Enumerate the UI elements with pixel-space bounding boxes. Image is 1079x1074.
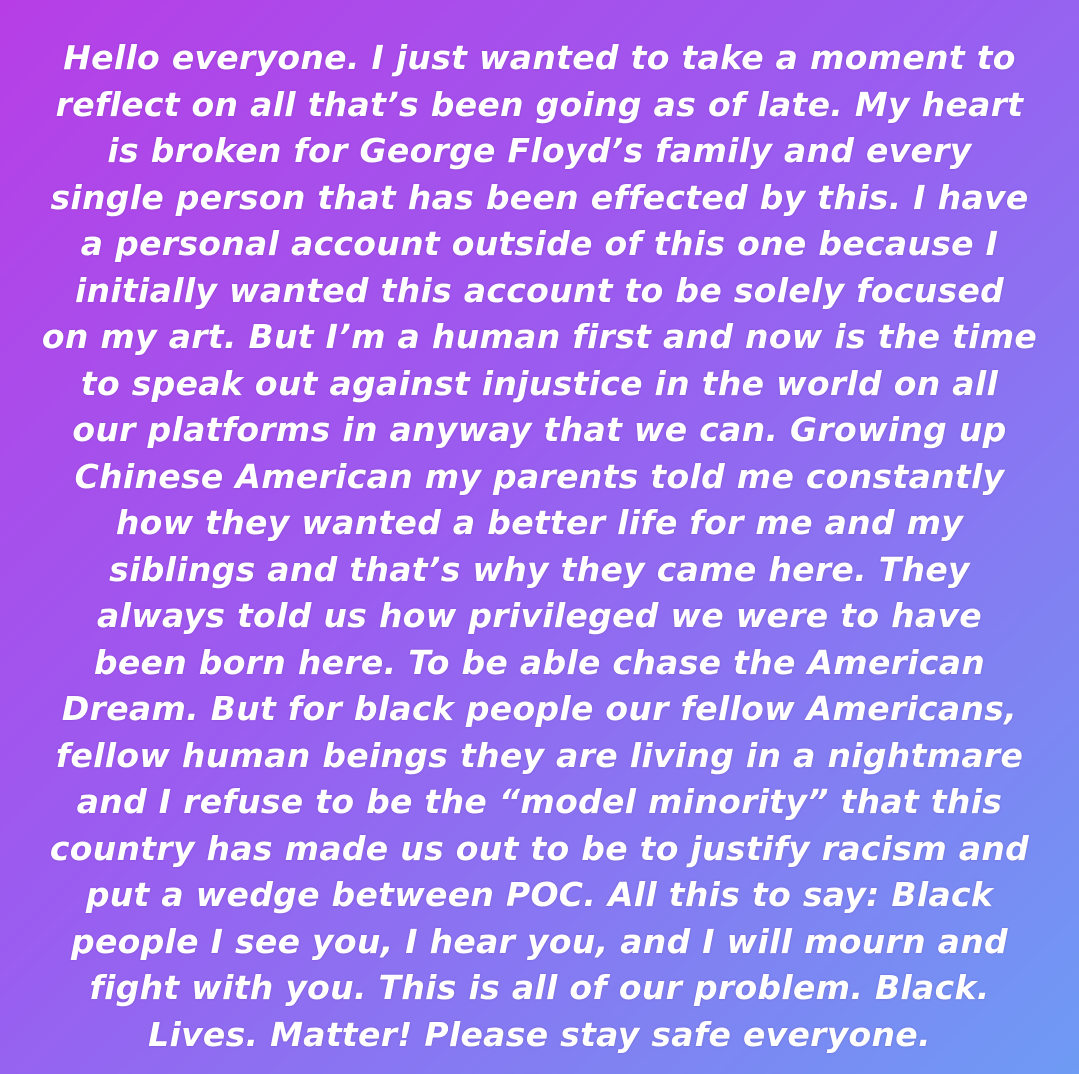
story-line: a personal account outside of this one b…	[80, 224, 999, 263]
story-line: always told us how privileged we were to…	[97, 596, 982, 635]
story-line: initially wanted this account to be sole…	[74, 270, 1005, 310]
story-line: Dream. But for black people our fellow A…	[61, 689, 1018, 728]
story-line: to speak out against injustice in the wo…	[80, 363, 999, 403]
story-background: Hello everyone. I just wanted to take a …	[0, 0, 1079, 1074]
story-line: been born here. To be able chase the Ame…	[93, 642, 986, 682]
story-line: reflect on all that’s been going as of l…	[55, 84, 1024, 124]
story-line: Lives. Matter! Please stay safe everyone…	[148, 1014, 931, 1054]
story-line: fight with you. This is all of our probl…	[89, 968, 990, 1007]
story-line: single person that has been effected by …	[50, 177, 1029, 217]
story-line: country has made us out to be to justify…	[49, 828, 1030, 868]
story-line: siblings and that’s why they came here. …	[109, 549, 970, 589]
story-line: is broken for George Floyd’s family and …	[107, 131, 972, 170]
story-text-block: Hello everyone. I just wanted to take a …	[0, 35, 1079, 1058]
story-line: our platforms in anyway that we can. Gro…	[72, 410, 1007, 449]
story-line: Hello everyone. I just wanted to take a …	[63, 38, 1016, 77]
story-line: Chinese American my parents told me cons…	[74, 456, 1005, 496]
story-line: on my art. But I’m a human first and now…	[41, 317, 1038, 356]
story-line: fellow human beings they are living in a…	[55, 735, 1024, 775]
story-line: how they wanted a better life for me and…	[115, 503, 964, 542]
story-line: put a wedge between POC. All this to say…	[85, 875, 994, 914]
story-line: people I see you, I hear you, and I will…	[71, 921, 1008, 961]
story-line: and I refuse to be the “model minority” …	[76, 782, 1003, 821]
